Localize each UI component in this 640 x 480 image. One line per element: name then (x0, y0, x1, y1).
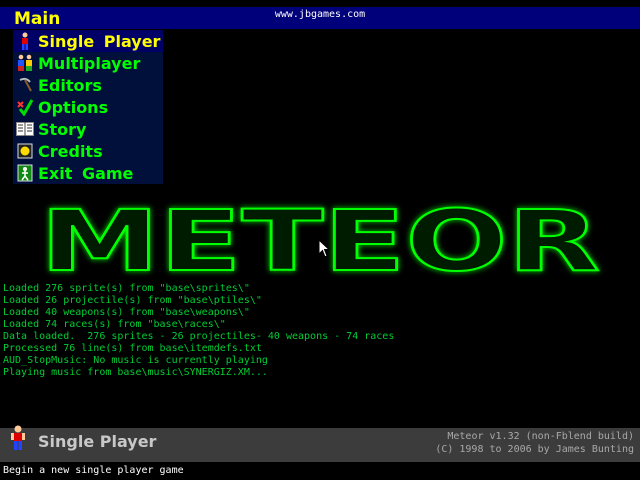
menu-item-label: Options (38, 97, 109, 117)
book-icon (15, 119, 35, 139)
console-line: Playing music from base\music\SYNERGIZ.X… (3, 367, 268, 378)
mouse-cursor-icon (318, 239, 330, 258)
console-line: Loaded 276 sprite(s) from "base\sprites\… (3, 283, 250, 294)
menu-item-label: Exit Game (38, 163, 134, 183)
menu-item-multiplayer[interactable]: Multiplayer (13, 52, 163, 74)
pickaxe-icon (15, 75, 35, 95)
menu-item-exit-game[interactable]: Exit Game (13, 162, 163, 184)
menu-item-options[interactable]: Options (13, 96, 163, 118)
console-line: Data loaded. 276 sprites - 26 projectile… (3, 331, 395, 342)
player-icon (15, 31, 35, 51)
menu-item-label: Multiplayer (38, 53, 141, 73)
player-icon (11, 425, 25, 450)
status-description: Begin a new single player game (3, 465, 184, 476)
copyright-text: (C) 1998 to 2006 by James Bunting (435, 444, 634, 455)
menu-item-label: Credits (38, 141, 103, 161)
menu-item-editors[interactable]: Editors (13, 74, 163, 96)
menu-item-credits[interactable]: Credits (13, 140, 163, 162)
website-url: www.jbgames.com (274, 9, 366, 20)
console-line: Loaded 74 races(s) from "base\races\" (3, 319, 226, 330)
checkmark-icon (15, 97, 35, 117)
exit-icon (15, 163, 35, 183)
menu-item-story[interactable]: Story (13, 118, 163, 140)
main-menu: Single Player Multiplayer Editors Option… (13, 30, 163, 184)
console-line: Loaded 26 projectile(s) from "base\ptile… (3, 295, 262, 306)
console-line: Processed 76 line(s) from base\itemdefs.… (3, 343, 262, 354)
credits-icon (15, 141, 35, 161)
players-icon (15, 53, 35, 73)
console-line: Loaded 40 weapons(s) from "base\weapons\… (3, 307, 250, 318)
selected-item-title: Single Player (38, 432, 157, 451)
console-line: AUD_StopMusic: No music is currently pla… (3, 355, 268, 366)
version-text: Meteor v1.32 (non-Fblend build) (447, 431, 634, 442)
console-log: Loaded 276 sprite(s) from "base\sprites\… (3, 283, 394, 379)
menu-item-label: Single Player (38, 31, 161, 51)
menu-item-label: Editors (38, 75, 102, 95)
menu-item-label: Story (38, 119, 87, 139)
menu-item-single-player[interactable]: Single Player (13, 30, 163, 52)
